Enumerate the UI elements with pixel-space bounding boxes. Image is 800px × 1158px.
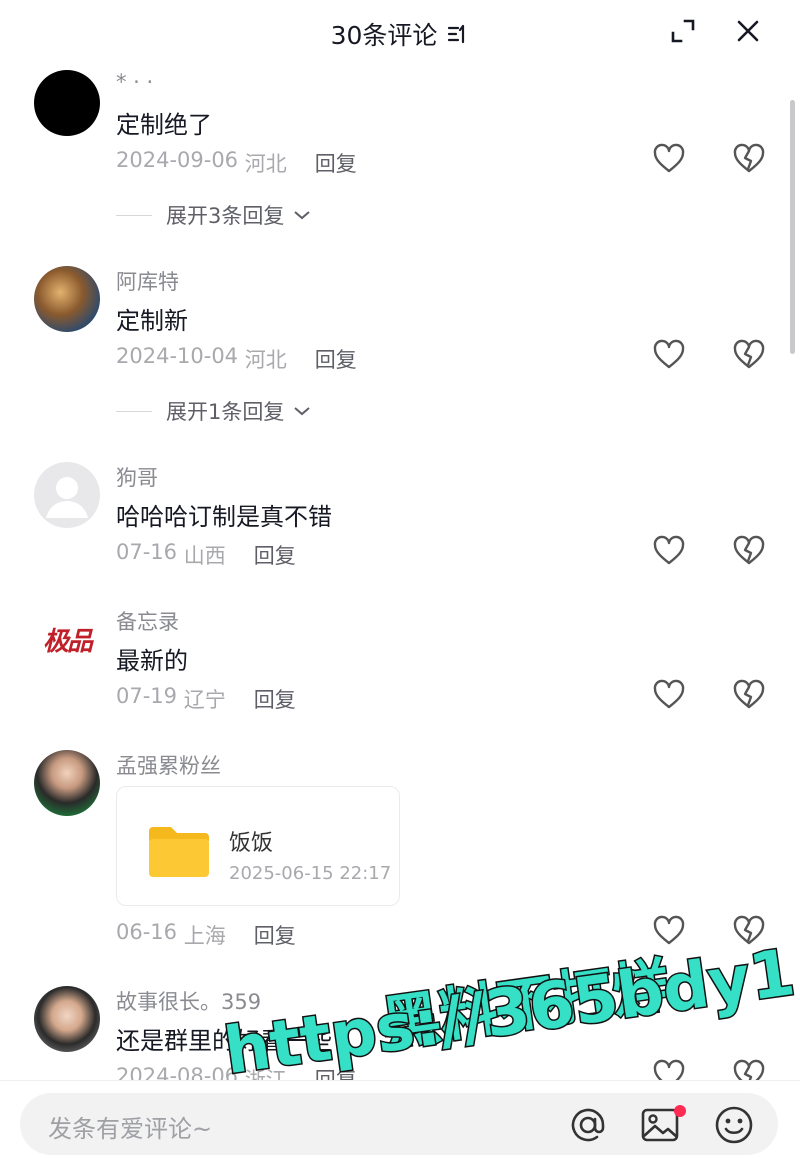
heart-icon[interactable] bbox=[652, 338, 686, 370]
comment-date: 2024-09-06 bbox=[116, 148, 239, 172]
reply-button[interactable]: 回复 bbox=[315, 148, 357, 178]
heart-icon[interactable] bbox=[652, 1058, 686, 1080]
comment-username[interactable]: * · · bbox=[116, 70, 153, 94]
comment-list[interactable]: * · · 定制绝了 2024-09-06 河北 回复 展开3条回复 阿库特 定… bbox=[0, 64, 800, 1080]
avatar[interactable] bbox=[34, 462, 100, 528]
heart-icon[interactable] bbox=[652, 678, 686, 710]
comment-input[interactable]: 发条有爱评论~ bbox=[20, 1093, 778, 1155]
avatar[interactable]: 极品 bbox=[34, 606, 100, 672]
comment-username[interactable]: 狗哥 bbox=[116, 462, 158, 492]
sort-icon[interactable] bbox=[447, 23, 469, 45]
comment-meta: 2024-08-06 浙江 回复 bbox=[116, 1064, 357, 1080]
broken-heart-icon[interactable] bbox=[732, 1058, 766, 1080]
comment-region: 河北 bbox=[244, 152, 287, 176]
comment-date: 2024-08-06 bbox=[116, 1064, 239, 1080]
comment-meta: 2024-09-06 河北 回复 bbox=[116, 148, 357, 178]
reply-button[interactable]: 回复 bbox=[315, 1064, 357, 1080]
heart-icon[interactable] bbox=[652, 914, 686, 946]
file-name: 饭饭 bbox=[229, 831, 274, 856]
avatar[interactable] bbox=[34, 986, 100, 1052]
comment-region: 山西 bbox=[183, 544, 226, 568]
comment-region: 辽宁 bbox=[183, 688, 226, 712]
expand-icon bbox=[671, 19, 695, 43]
comment-text: 还是群里的好看一些 bbox=[116, 1027, 332, 1055]
notification-dot bbox=[674, 1105, 686, 1117]
comment-input-bar: 发条有爱评论~ bbox=[0, 1080, 800, 1158]
broken-heart-icon[interactable] bbox=[732, 914, 766, 946]
heart-icon[interactable] bbox=[652, 534, 686, 566]
broken-heart-icon[interactable] bbox=[732, 534, 766, 566]
reply-button[interactable]: 回复 bbox=[254, 684, 296, 714]
expand-replies-label: 展开1条回复 bbox=[166, 400, 285, 424]
comment-region: 上海 bbox=[183, 924, 226, 948]
folder-icon bbox=[149, 827, 209, 877]
comment-username[interactable]: 孟强累粉丝 bbox=[116, 750, 221, 780]
comment-username[interactable]: 故事很长。359 bbox=[116, 986, 261, 1016]
comment-date: 07-16 bbox=[116, 540, 178, 564]
comment-date: 07-19 bbox=[116, 684, 178, 708]
comment-count-title: 30条评论 bbox=[330, 21, 438, 50]
avatar[interactable] bbox=[34, 70, 100, 136]
avatar-logo-text: 极品 bbox=[42, 626, 93, 657]
comment-username[interactable]: 阿库特 bbox=[116, 266, 179, 296]
reply-button[interactable]: 回复 bbox=[315, 344, 357, 374]
comment-input-placeholder: 发条有爱评论~ bbox=[48, 1115, 213, 1143]
expand-button[interactable] bbox=[668, 16, 698, 46]
avatar[interactable] bbox=[34, 750, 100, 816]
expand-replies-label: 展开3条回复 bbox=[166, 204, 285, 228]
expand-replies-button[interactable]: 展开1条回复 bbox=[116, 396, 312, 426]
comment-username[interactable]: 备忘录 bbox=[116, 606, 179, 636]
comment-region: 浙江 bbox=[244, 1068, 287, 1080]
comment-text: 哈哈哈订制是真不错 bbox=[116, 503, 332, 531]
chevron-down-icon bbox=[294, 211, 311, 220]
comment-text: 定制新 bbox=[116, 307, 188, 335]
comment-meta: 07-19 辽宁 回复 bbox=[116, 684, 296, 714]
broken-heart-icon[interactable] bbox=[732, 678, 766, 710]
comment-meta: 07-16 山西 回复 bbox=[116, 540, 296, 570]
comment-region: 河北 bbox=[244, 348, 287, 372]
comment-meta: 06-16 上海 回复 bbox=[116, 920, 296, 950]
heart-icon[interactable] bbox=[652, 142, 686, 174]
expand-replies-button[interactable]: 展开3条回复 bbox=[116, 200, 312, 230]
comment-date: 06-16 bbox=[116, 920, 178, 944]
reply-button[interactable]: 回复 bbox=[254, 540, 296, 570]
close-button[interactable] bbox=[733, 16, 763, 46]
scrollbar[interactable] bbox=[790, 100, 795, 354]
comments-header: 30条评论 bbox=[0, 0, 800, 64]
reply-button[interactable]: 回复 bbox=[254, 920, 296, 950]
divider bbox=[116, 214, 152, 216]
comment-text: 最新的 bbox=[116, 647, 188, 675]
file-attachment-card[interactable]: 饭饭 2025-06-15 22:17 bbox=[116, 786, 400, 906]
broken-heart-icon[interactable] bbox=[732, 338, 766, 370]
at-icon[interactable] bbox=[566, 1103, 610, 1147]
close-icon bbox=[737, 20, 759, 42]
broken-heart-icon[interactable] bbox=[732, 142, 766, 174]
comment-text: 定制绝了 bbox=[116, 111, 212, 139]
comment-date: 2024-10-04 bbox=[116, 344, 239, 368]
comment-meta: 2024-10-04 河北 回复 bbox=[116, 344, 357, 374]
divider bbox=[116, 410, 152, 412]
chevron-down-icon bbox=[294, 407, 311, 416]
file-date: 2025-06-15 22:17 bbox=[229, 863, 392, 884]
avatar[interactable] bbox=[34, 266, 100, 332]
emoji-icon[interactable] bbox=[712, 1103, 756, 1147]
default-avatar-icon bbox=[46, 477, 88, 518]
